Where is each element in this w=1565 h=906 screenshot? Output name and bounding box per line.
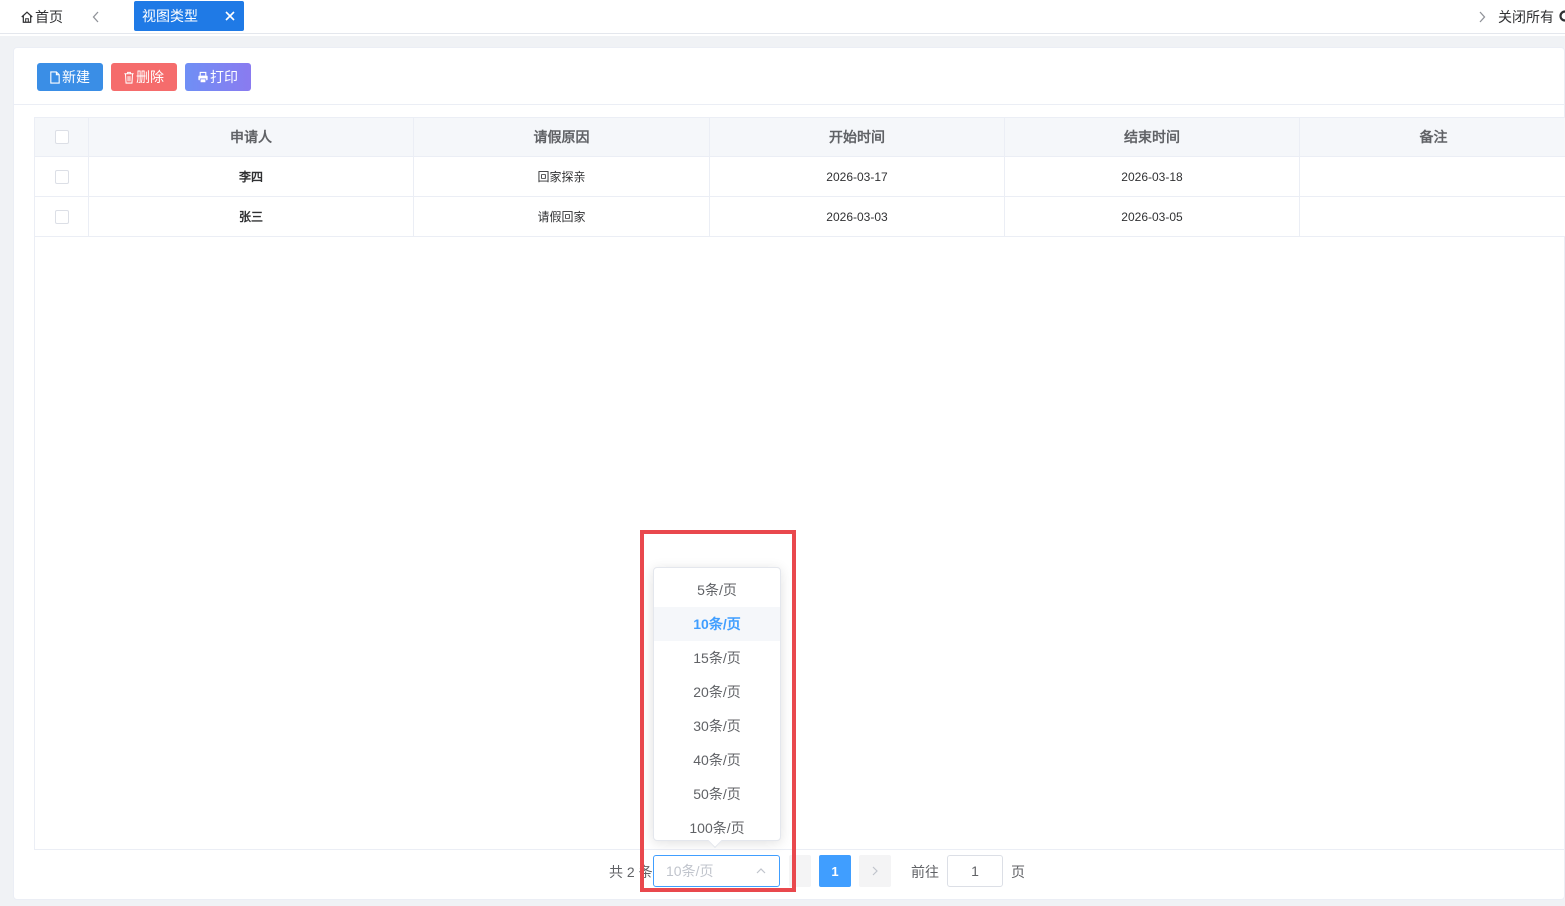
select-all-cell [35, 118, 89, 156]
row-select-cell [35, 157, 89, 196]
trash-icon [124, 71, 134, 84]
cell-applicant: 李四 [89, 157, 414, 196]
page-size-option[interactable]: 50条/页 [654, 777, 780, 811]
cell-note [1300, 157, 1565, 196]
pagination: 共 2 条 10条/页 1 前往 1 页 [14, 854, 1564, 890]
prev-page-button[interactable] [789, 855, 811, 887]
table-header: 申请人 请假原因 开始时间 结束时间 备注 [35, 118, 1565, 157]
page-number-current[interactable]: 1 [819, 855, 851, 887]
cell-reason: 请假回家 [414, 197, 710, 236]
column-header-note[interactable]: 备注 [1300, 118, 1565, 156]
tab-close-button[interactable] [222, 8, 238, 24]
tabs-scroll-right-button[interactable] [1474, 7, 1490, 27]
chevron-up-icon [756, 868, 766, 874]
cell-start-time: 2026-03-03 [710, 197, 1005, 236]
main-panel: 新建 删除 打印 申请人 请假原因 开始时间 结束时间 备注 李四 回家探亲 2… [13, 47, 1565, 900]
page-size-option-selected[interactable]: 10条/页 [654, 607, 780, 641]
page-size-select[interactable]: 10条/页 [653, 855, 780, 887]
print-button[interactable]: 打印 [185, 63, 251, 91]
page-size-dropdown: 5条/页 10条/页 15条/页 20条/页 30条/页 40条/页 50条/页… [653, 567, 781, 849]
tab-view-type-label: 视图类型 [142, 8, 198, 24]
tab-view-type[interactable]: 视图类型 [134, 1, 244, 31]
leave-table: 申请人 请假原因 开始时间 结束时间 备注 李四 回家探亲 2026-03-17… [34, 117, 1565, 850]
page-size-option[interactable]: 5条/页 [654, 573, 780, 607]
close-all-tabs-button[interactable]: 关闭所有 [1498, 7, 1554, 27]
tab-home[interactable]: 首页 [20, 7, 63, 27]
column-header-applicant[interactable]: 申请人 [89, 118, 414, 156]
printer-icon [198, 71, 208, 83]
row-checkbox[interactable] [54, 169, 69, 184]
close-icon [225, 11, 235, 21]
delete-button[interactable]: 删除 [111, 63, 177, 91]
column-header-start-time[interactable]: 开始时间 [710, 118, 1005, 156]
cell-end-time: 2026-03-05 [1005, 197, 1300, 236]
row-select-cell [35, 197, 89, 236]
tab-bar: 首页 视图类型 关闭所有 [0, 0, 1565, 34]
goto-unit-label: 页 [1011, 864, 1025, 880]
cell-reason: 回家探亲 [414, 157, 710, 196]
tabs-scroll-left-button[interactable] [88, 7, 104, 27]
chevron-right-icon [872, 866, 878, 876]
table-row[interactable]: 李四 回家探亲 2026-03-17 2026-03-18 [35, 157, 1565, 197]
new-button-label: 新建 [62, 69, 90, 85]
table-row[interactable]: 张三 请假回家 2026-03-03 2026-03-05 [35, 197, 1565, 237]
column-header-end-time[interactable]: 结束时间 [1005, 118, 1300, 156]
cell-start-time: 2026-03-17 [710, 157, 1005, 196]
row-checkbox[interactable] [54, 209, 69, 224]
close-all-icon[interactable] [1559, 9, 1565, 23]
home-icon [21, 11, 33, 23]
page-size-option[interactable]: 20条/页 [654, 675, 780, 709]
cell-note [1300, 197, 1565, 236]
page-size-value: 10条/页 [666, 863, 714, 879]
goto-page-input[interactable]: 1 [947, 855, 1003, 887]
goto-label: 前往 [911, 864, 939, 880]
toolbar: 新建 删除 打印 [14, 48, 1564, 105]
pagination-total: 共 2 条 [609, 864, 653, 880]
cell-applicant: 张三 [89, 197, 414, 236]
chevron-left-icon [92, 11, 99, 23]
file-icon [50, 70, 60, 84]
page-size-option[interactable]: 30条/页 [654, 709, 780, 743]
next-page-button[interactable] [859, 855, 891, 887]
tab-home-label: 首页 [35, 9, 63, 25]
page-size-option[interactable]: 15条/页 [654, 641, 780, 675]
new-button[interactable]: 新建 [37, 63, 103, 91]
chevron-right-icon [1479, 11, 1486, 23]
cell-end-time: 2026-03-18 [1005, 157, 1300, 196]
column-header-reason[interactable]: 请假原因 [414, 118, 710, 156]
delete-button-label: 删除 [136, 69, 164, 85]
select-all-checkbox[interactable] [54, 130, 69, 144]
page-size-option[interactable]: 40条/页 [654, 743, 780, 777]
print-button-label: 打印 [210, 69, 238, 85]
